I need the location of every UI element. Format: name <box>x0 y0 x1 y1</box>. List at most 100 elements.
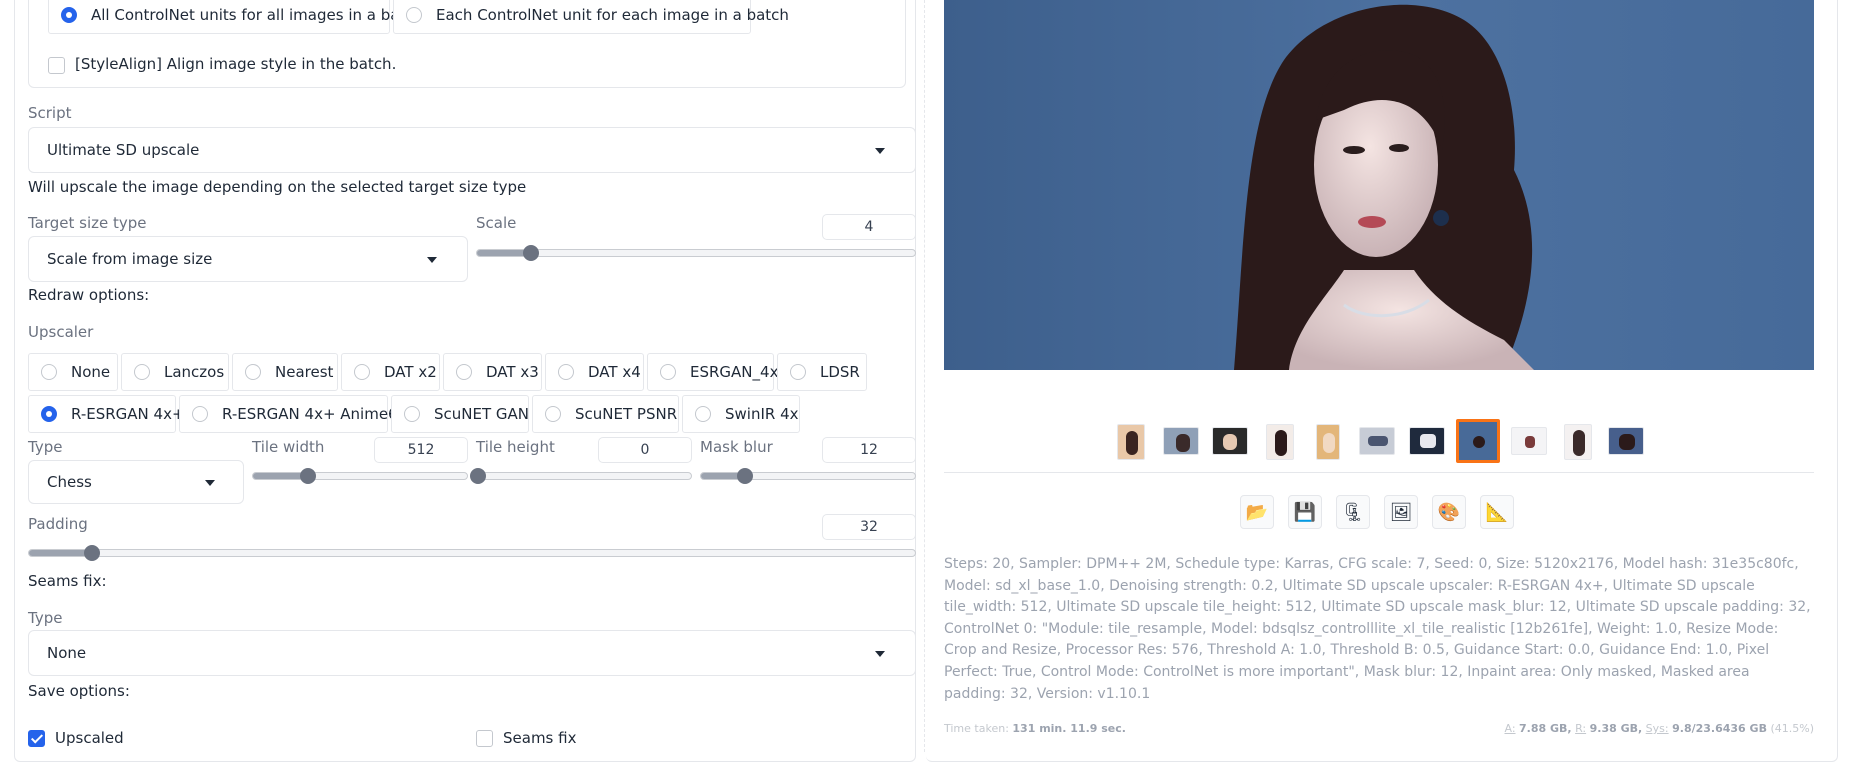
thumbnail-9[interactable] <box>1511 427 1547 455</box>
thumbnail-7[interactable] <box>1409 427 1445 455</box>
open-folder-button[interactable]: 📂 <box>1240 495 1274 529</box>
thumbnail-2[interactable] <box>1163 427 1199 455</box>
controlnet-batch-all-option[interactable]: All ControlNet units for all images in a… <box>48 0 423 34</box>
tile-width-input[interactable]: 512 <box>374 437 468 463</box>
thumbnail-4[interactable] <box>1266 424 1294 460</box>
time-taken-value: 131 min. 11.9 sec. <box>1012 722 1126 735</box>
controlnet-batch-each-label: Each ControlNet unit for each image in a… <box>436 6 789 24</box>
mem-sys-value: 9.8/23.6436 GB <box>1672 722 1767 735</box>
upscaler-option-swinir-4x[interactable]: SwinIR 4x <box>682 395 800 433</box>
zip-button[interactable]: 🗜 <box>1336 495 1370 529</box>
tile-height-slider-thumb[interactable] <box>470 468 486 484</box>
script-dropdown[interactable]: Ultimate SD upscale <box>28 127 916 173</box>
padding-slider-fill <box>29 550 92 556</box>
stylealign-label: [StyleAlign] Align image style in the ba… <box>75 55 397 73</box>
send-to-inpaint-button[interactable]: 🎨 <box>1432 495 1466 529</box>
tile-width-slider-thumb[interactable] <box>299 468 316 484</box>
upscaled-checkbox[interactable] <box>28 730 45 747</box>
upscaler-label-scunet-gan: ScuNET GAN <box>434 405 530 423</box>
upscaler-label-scunet-psnr: ScuNET PSNR <box>575 405 678 423</box>
script-description: Will upscale the image depending on the … <box>28 178 527 196</box>
portrait-image <box>944 0 1814 370</box>
chevron-down-icon <box>875 148 885 154</box>
upscaler-label-swinir-4x: SwinIR 4x <box>725 405 799 423</box>
send-to-extras-button[interactable]: 📐 <box>1480 495 1514 529</box>
upscaler-label-lanczos: Lanczos <box>164 363 225 381</box>
time-taken-label: Time taken: <box>944 722 1009 735</box>
radio-icon <box>245 364 261 380</box>
upscaler-option-nearest[interactable]: Nearest <box>232 353 338 391</box>
mask-blur-slider[interactable] <box>700 468 916 484</box>
upscaler-option-r-esrgan-4x-plus[interactable]: R-ESRGAN 4x+ <box>28 395 185 433</box>
mem-a-value: 7.88 GB, <box>1519 722 1572 735</box>
upscaler-label-nearest: Nearest <box>275 363 334 381</box>
upscaler-option-scunet-psnr[interactable]: ScuNET PSNR <box>532 395 679 433</box>
radio-icon <box>545 406 561 422</box>
thumbnail-5[interactable] <box>1316 424 1340 460</box>
upscaled-label: Upscaled <box>55 729 124 747</box>
tile-width-label: Tile width <box>252 438 325 456</box>
upscaler-option-esrgan-4x[interactable]: ESRGAN_4x <box>647 353 778 391</box>
panel-divider <box>924 0 925 752</box>
chevron-down-icon <box>875 651 885 657</box>
save-button[interactable]: 💾 <box>1288 495 1322 529</box>
tile-height-input[interactable]: 0 <box>598 437 692 463</box>
target-size-dropdown[interactable]: Scale from image size <box>28 236 468 282</box>
padding-slider-thumb[interactable] <box>84 545 101 561</box>
mask-blur-input[interactable]: 12 <box>822 437 916 463</box>
send-to-img2img-button[interactable]: 🖼 <box>1384 495 1418 529</box>
thumbnail-6[interactable] <box>1359 427 1395 455</box>
radio-icon <box>134 364 150 380</box>
thumbnail-10[interactable] <box>1564 424 1592 460</box>
scale-input[interactable]: 4 <box>822 214 916 240</box>
mask-blur-slider-thumb[interactable] <box>736 468 753 484</box>
thumbnail-1[interactable] <box>1117 424 1145 460</box>
stylealign-checkbox[interactable] <box>48 57 65 74</box>
padding-input[interactable]: 32 <box>822 514 916 540</box>
target-size-label: Target size type <box>28 214 147 232</box>
controlnet-batch-each-option[interactable]: Each ControlNet unit for each image in a… <box>393 0 789 34</box>
mem-a-label: A: <box>1504 722 1516 735</box>
radio-icon <box>660 364 676 380</box>
upscaler-label-dat-x4: DAT x4 <box>588 363 641 381</box>
chevron-down-icon <box>205 480 215 486</box>
thumbnail-3[interactable] <box>1212 427 1248 455</box>
scale-slider[interactable] <box>476 245 916 261</box>
seams-fix-heading: Seams fix: <box>28 572 107 590</box>
upscaler-label-r-esrgan-4x-plus: R-ESRGAN 4x+ <box>71 405 185 423</box>
upscaler-label-ldsr: LDSR <box>820 363 860 381</box>
upscaler-label-esrgan-4x: ESRGAN_4x <box>690 363 779 381</box>
script-value: Ultimate SD upscale <box>47 141 200 159</box>
thumbnail-11[interactable] <box>1608 427 1644 455</box>
radio-icon <box>354 364 370 380</box>
seams-fix-type-dropdown[interactable]: None <box>28 630 916 676</box>
seams-fix-type-label: Type <box>28 609 63 627</box>
seams-fix-checkbox[interactable] <box>476 730 493 747</box>
upscaler-option-lanczos[interactable]: Lanczos <box>121 353 229 391</box>
memory-stats: A: 7.88 GB, R: 9.38 GB, Sys: 9.8/23.6436… <box>1504 722 1814 735</box>
padding-slider[interactable] <box>28 545 916 561</box>
ruler-icon: 📐 <box>1485 501 1509 523</box>
radio-icon <box>404 406 420 422</box>
redraw-type-label: Type <box>28 438 63 456</box>
save-options-heading: Save options: <box>28 682 130 700</box>
radio-icon <box>790 364 806 380</box>
scale-slider-thumb[interactable] <box>522 245 539 261</box>
upscaler-option-dat-x3[interactable]: DAT x3 <box>443 353 542 391</box>
upscaler-option-scunet-gan[interactable]: ScuNET GAN <box>391 395 529 433</box>
scale-slider-fill <box>477 250 530 256</box>
output-image[interactable] <box>944 0 1814 370</box>
upscaler-option-dat-x4[interactable]: DAT x4 <box>545 353 644 391</box>
thumbnail-8-selected[interactable] <box>1456 419 1500 463</box>
upscaler-option-r-esrgan-4x-anime6b[interactable]: R-ESRGAN 4x+ Anime6B <box>179 395 408 433</box>
upscaler-option-dat-x2[interactable]: DAT x2 <box>341 353 440 391</box>
palette-icon: 🎨 <box>1437 501 1461 523</box>
tile-width-slider[interactable] <box>252 468 468 484</box>
redraw-type-dropdown[interactable]: Chess <box>28 460 244 504</box>
upscaler-label-none: None <box>71 363 111 381</box>
upscaler-option-none[interactable]: None <box>28 353 118 391</box>
padding-label: Padding <box>28 515 88 533</box>
upscaler-option-ldsr[interactable]: LDSR <box>777 353 867 391</box>
mem-r-label: R: <box>1575 722 1587 735</box>
tile-height-slider[interactable] <box>470 468 692 484</box>
